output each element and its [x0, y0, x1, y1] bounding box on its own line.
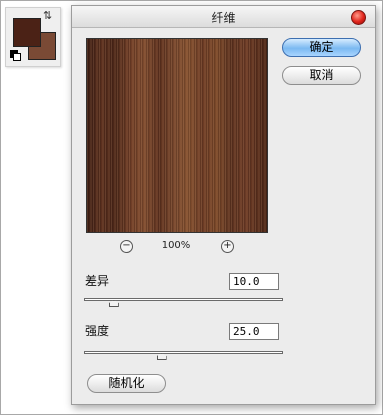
zoom-in-icon[interactable]: +	[221, 240, 234, 253]
zoom-out-icon[interactable]: −	[120, 240, 133, 253]
cancel-button[interactable]: 取消	[282, 66, 361, 85]
swap-colors-icon[interactable]: ⇅	[43, 10, 52, 21]
variance-input[interactable]: 10.0	[229, 273, 279, 290]
default-colors-icon[interactable]	[10, 50, 21, 61]
close-icon[interactable]	[351, 10, 366, 25]
ok-button[interactable]: 确定	[282, 38, 361, 57]
color-swatches: ⇅	[5, 7, 61, 67]
title-bar: 纤维	[72, 6, 375, 28]
strength-label: 强度	[85, 324, 110, 338]
variance-label: 差异	[85, 274, 110, 288]
zoom-level: 100%	[161, 240, 191, 251]
filter-preview[interactable]	[86, 38, 268, 233]
strength-slider[interactable]	[84, 351, 283, 354]
randomize-button[interactable]: 随机化	[87, 374, 166, 393]
strength-input[interactable]: 25.0	[229, 323, 279, 340]
dialog-title: 纤维	[211, 11, 236, 25]
fibers-dialog: 纤维 − 100% + 确定 取消 差异 10.0 强度 25.0 随机化	[71, 5, 376, 405]
foreground-color-swatch[interactable]	[13, 18, 41, 47]
